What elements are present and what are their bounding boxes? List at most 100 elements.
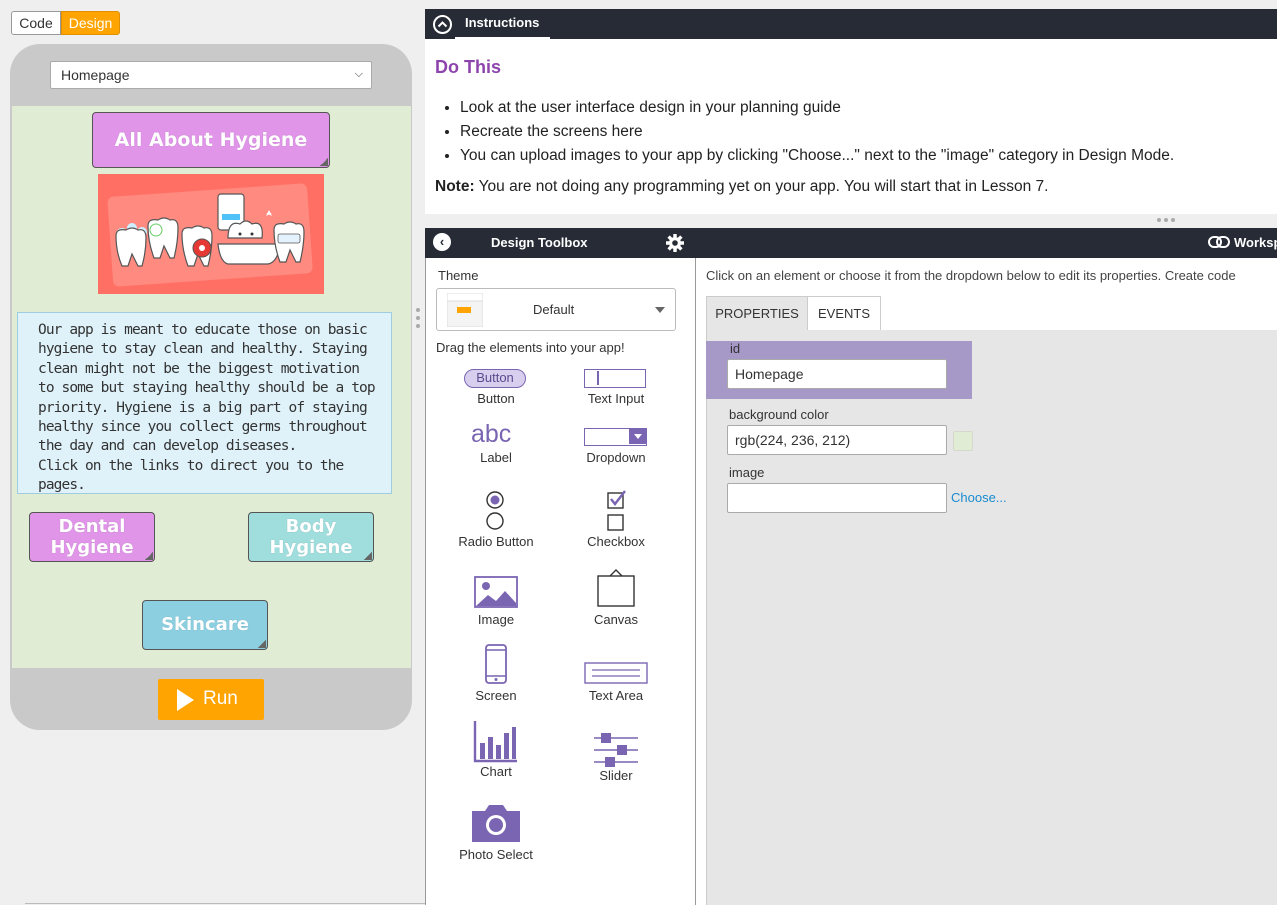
tool-photo-select[interactable]: Photo Select [436,801,556,862]
dental-hygiene-button[interactable]: Dental Hygiene [29,512,155,562]
text-area-icon [584,662,648,684]
image-label: image [729,465,765,480]
label-icon: abc [471,420,512,448]
tool-canvas[interactable]: Canvas [556,568,676,627]
run-label: Run [203,688,238,709]
tool-label[interactable]: abc Label [436,420,556,465]
dental-button-line1: Dental [58,516,126,537]
theme-label: Theme [438,268,479,283]
tab-instructions[interactable]: Instructions [455,9,550,39]
image-input[interactable] [727,483,947,513]
description-line: healthy since you collect germs througho… [38,419,368,436]
skincare-button[interactable]: Skincare [142,600,268,650]
theme-dropdown[interactable]: Default [436,288,676,331]
hygiene-image[interactable] [98,174,324,294]
divider [25,903,425,904]
tool-screen[interactable]: Screen [436,643,556,703]
tool-chart[interactable]: Chart [436,720,556,779]
run-button[interactable]: Run [158,679,264,720]
instructions-heading: Do This [435,57,501,77]
collapse-icon[interactable] [433,15,452,34]
workspace-help-text: Click on an element or choose it from th… [706,268,1236,283]
tool-label: Image [477,612,515,627]
chevron-left-icon[interactable]: ‹ [433,233,451,251]
instructions-note: Note: You are not doing any programming … [435,178,1048,196]
drag-hint: Drag the elements into your app! [436,340,625,355]
theme-preview-icon [447,293,483,327]
tool-label: Photo Select [459,847,533,862]
instructions-header [425,9,1277,39]
description-line: Our app is meant to educate those on bas… [38,322,368,338]
code-mode-button[interactable]: Code [11,11,61,35]
tool-label: Canvas [593,612,639,627]
design-mode-button[interactable]: Design [61,11,120,35]
all-about-hygiene-button[interactable]: All About Hygiene [92,112,330,168]
tool-label: Dropdown [586,450,646,465]
vertical-resize-handle[interactable] [415,308,421,332]
instructions-list: Look at the user interface design in you… [442,96,1174,168]
tool-label: Text Area [588,688,644,703]
note-text: You are not doing any programming yet on… [474,178,1049,195]
tab-events[interactable]: EVENTS [807,296,881,331]
id-label: id [730,341,741,356]
dropdown-icon [584,428,647,446]
slider-icon [594,733,638,767]
id-input[interactable]: Homepage [727,359,947,389]
tool-label: Slider [599,768,633,783]
tool-checkbox[interactable]: Checkbox [556,489,676,549]
tool-radio-button[interactable]: Radio Button [436,489,556,549]
background-color-input[interactable]: rgb(224, 236, 212) [727,425,947,455]
workspace-header: Workspace [696,228,1277,258]
theme-value: Default [533,302,575,317]
photo-select-icon [472,805,520,842]
design-toolbox-header: ‹ Design Toolbox [425,228,696,258]
chart-icon [473,721,517,763]
choose-image-link[interactable]: Choose... [951,490,1007,505]
chevron-down-icon [655,307,665,313]
description-line: to some but staying healthy should be a … [38,380,376,397]
tab-properties[interactable]: PROPERTIES [706,296,808,331]
list-item: Look at the user interface design in you… [460,96,1174,120]
body-hygiene-button[interactable]: Body Hygiene [248,512,374,562]
body-button-line2: Hygiene [269,537,353,558]
play-icon [177,689,194,711]
button-icon: Button [464,369,526,388]
screen-icon [485,644,507,684]
text-input-icon [584,369,646,388]
radio-button-icon [486,491,504,530]
tool-label: Chart [480,764,512,779]
link-icon [1208,236,1230,248]
horizontal-resize-handle[interactable] [1155,217,1179,223]
tool-label: Checkbox [587,534,645,549]
color-swatch[interactable] [953,431,973,451]
description-line: the day and can develop diseases. [38,438,297,455]
tool-label: Screen [475,688,517,703]
note-label: Note: [435,178,475,195]
tool-button[interactable]: Button Button [436,367,556,406]
image-icon [474,576,518,608]
tool-label: Button [477,391,515,406]
canvas-icon [597,569,635,607]
workspace-title-wrap: Workspace [1208,235,1277,250]
teeth-illustration [107,183,313,287]
list-item: You can upload images to your app by cli… [460,144,1174,168]
gear-icon[interactable] [665,233,685,253]
screen-dropdown-value: Homepage [61,67,130,83]
dental-button-line2: Hygiene [50,537,134,558]
design-toolbox-title: Design Toolbox [491,235,588,250]
screen-dropdown[interactable]: Homepage ⌵ [50,61,372,89]
body-button-line1: Body [285,516,337,537]
tool-text-area[interactable]: Text Area [556,660,676,703]
description-line: Click on the links to direct you to the … [38,457,344,494]
tool-label: Text Input [587,391,645,406]
description-line: hygiene to stay clean and healthy. Stayi… [38,341,368,358]
checkbox-icon [607,490,626,531]
description-text-area[interactable]: Our app is meant to educate those on bas… [17,312,392,494]
list-item: Recreate the screens here [460,120,1174,144]
description-line: priority. Hygiene is a big part of stayi… [38,399,368,416]
tool-slider[interactable]: Slider [556,730,676,783]
tool-text-input[interactable]: Text Input [556,367,676,406]
tool-dropdown[interactable]: Dropdown [556,422,676,465]
tool-label: Label [480,450,512,465]
tool-image[interactable]: Image [436,574,556,627]
